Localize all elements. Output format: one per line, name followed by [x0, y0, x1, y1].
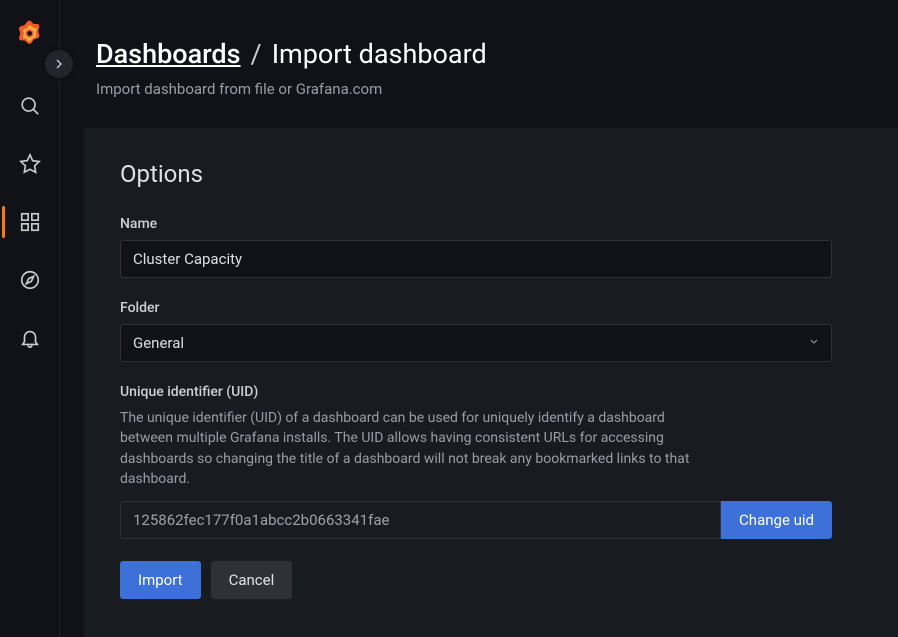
- name-label: Name: [120, 216, 832, 232]
- page-header: Dashboards / Import dashboard Import das…: [60, 0, 898, 128]
- uid-description: The unique identifier (UID) of a dashboa…: [120, 408, 700, 489]
- sidebar-item-alerting[interactable]: [2, 310, 58, 366]
- import-button[interactable]: Import: [120, 561, 201, 599]
- sidebar-nav: [0, 0, 60, 637]
- cancel-button[interactable]: Cancel: [211, 561, 293, 599]
- field-name: Name: [120, 216, 832, 278]
- uid-label: Unique identifier (UID): [120, 384, 832, 400]
- content-panel: Options Name Folder General Unique ident…: [84, 128, 898, 637]
- field-folder: Folder General: [120, 300, 832, 362]
- folder-select[interactable]: General: [120, 324, 832, 362]
- sidebar-item-starred[interactable]: [2, 136, 58, 192]
- breadcrumb: Dashboards / Import dashboard: [96, 38, 862, 70]
- main-content: Dashboards / Import dashboard Import das…: [60, 0, 898, 637]
- field-uid: Unique identifier (UID) The unique ident…: [120, 384, 832, 539]
- breadcrumb-separator: /: [251, 38, 262, 70]
- uid-input: [120, 501, 721, 539]
- grafana-logo[interactable]: [15, 18, 45, 48]
- sidebar-item-explore[interactable]: [2, 252, 58, 308]
- action-buttons: Import Cancel: [120, 561, 862, 599]
- breadcrumb-root-link[interactable]: Dashboards: [96, 38, 241, 70]
- page-subtitle: Import dashboard from file or Grafana.co…: [96, 80, 862, 98]
- folder-label: Folder: [120, 300, 832, 316]
- sidebar-expand-handle[interactable]: [45, 50, 73, 78]
- change-uid-button[interactable]: Change uid: [721, 501, 832, 539]
- breadcrumb-current: Import dashboard: [272, 38, 487, 70]
- options-heading: Options: [120, 160, 862, 188]
- name-input[interactable]: [120, 240, 832, 278]
- sidebar-item-search[interactable]: [2, 78, 58, 134]
- sidebar-item-dashboards[interactable]: [2, 194, 58, 250]
